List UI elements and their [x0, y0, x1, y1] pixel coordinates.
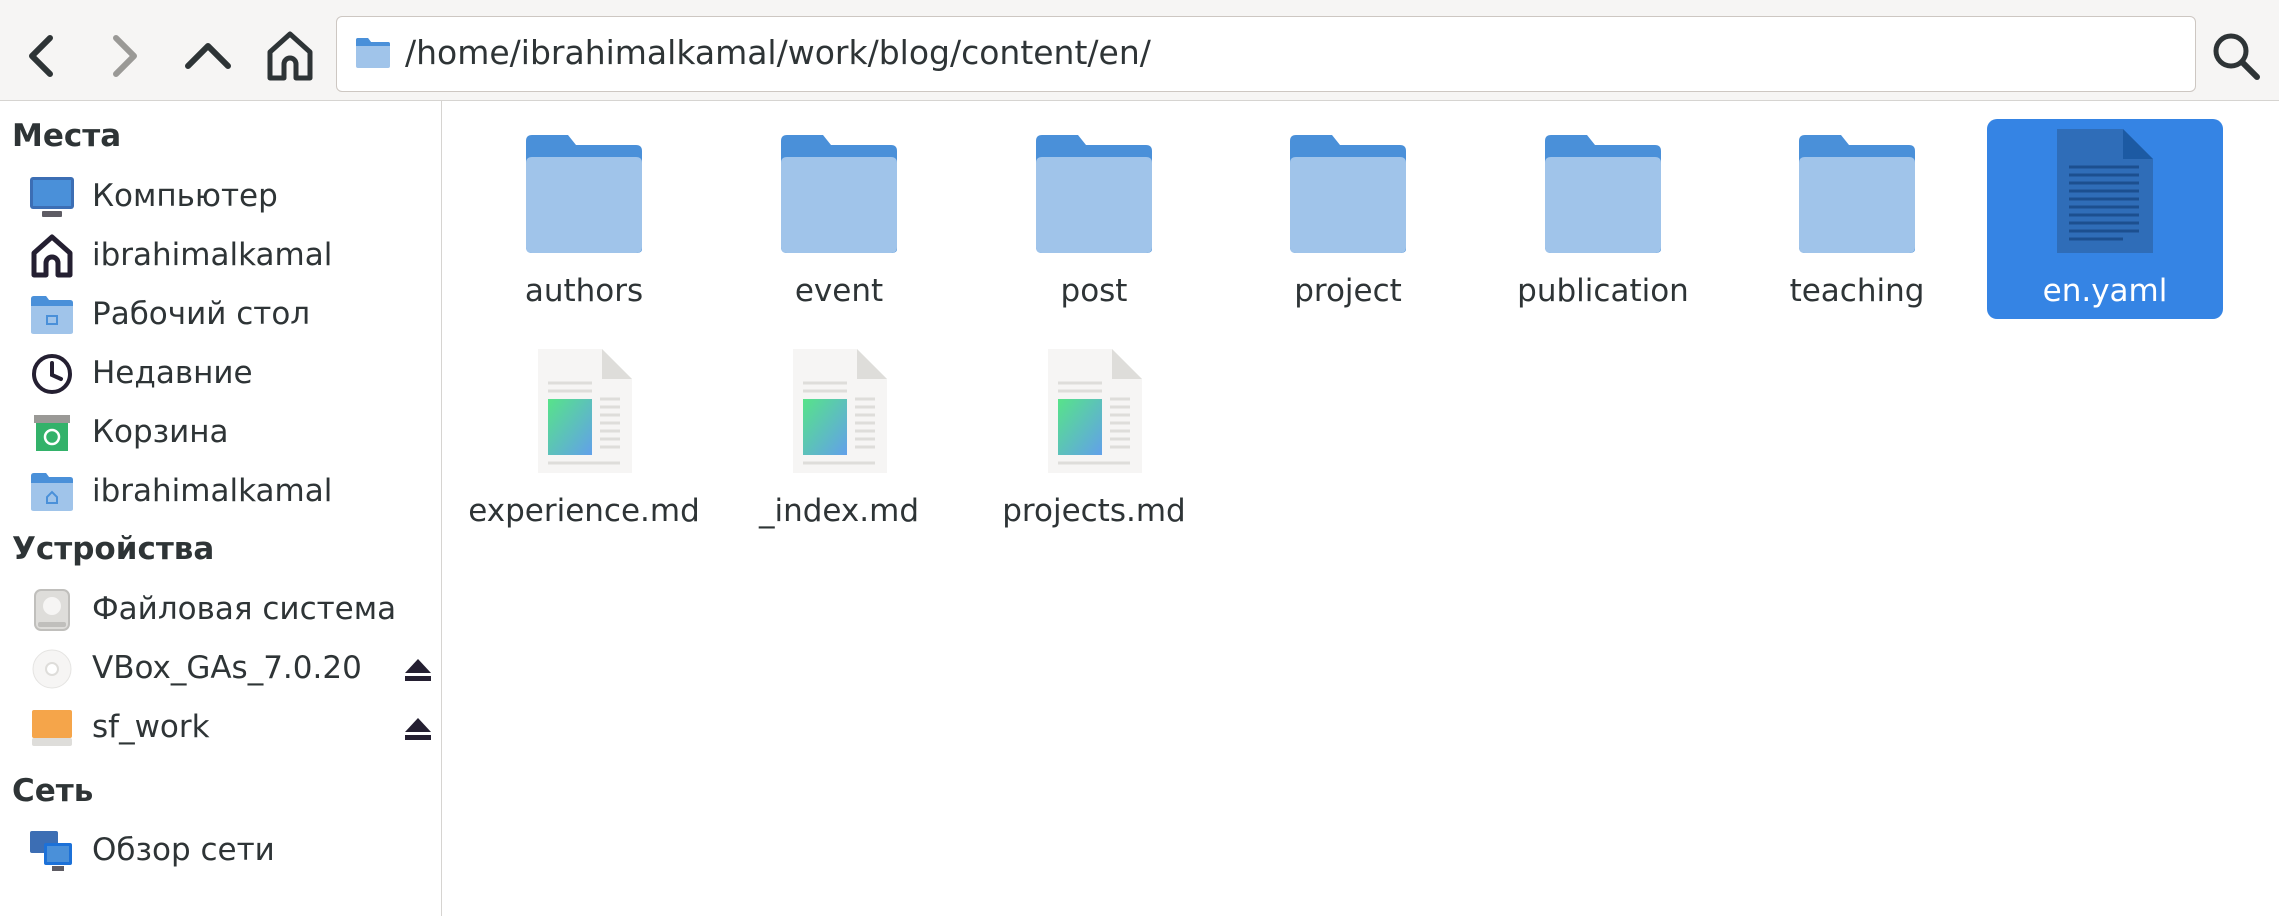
markdown-file-icon	[793, 349, 887, 473]
sidebar-item-computer[interactable]: Компьютер	[0, 169, 441, 225]
chevron-right-icon	[113, 35, 137, 77]
forward-button[interactable]	[88, 20, 160, 92]
sidebar-item-sf-work[interactable]: sf_work	[0, 700, 441, 756]
text-file-icon	[2057, 129, 2153, 253]
folder-icon	[781, 135, 897, 253]
sidebar-item-home-folder[interactable]: ibrahimalkamal	[0, 464, 441, 520]
folder-icon	[1799, 135, 1915, 253]
location-bar[interactable]: /home/ibrahimalkamal/work/blog/content/e…	[336, 16, 2196, 92]
home-folder-icon	[28, 470, 76, 514]
network-icon	[28, 829, 76, 873]
toolbar: /home/ibrahimalkamal/work/blog/content/e…	[0, 0, 2279, 101]
file-item-teaching[interactable]: teaching	[1739, 119, 1975, 319]
sidebar-item-filesystem[interactable]: Файловая система	[0, 582, 441, 638]
file-item-projects-md[interactable]: projects.md	[976, 339, 1212, 539]
file-item-authors[interactable]: authors	[466, 119, 702, 319]
location-path: /home/ibrahimalkamal/work/blog/content/e…	[405, 33, 1151, 72]
search-icon	[2213, 33, 2260, 80]
sidebar-item-recent[interactable]: Недавние	[0, 346, 441, 402]
up-button[interactable]	[172, 20, 244, 92]
computer-icon	[28, 175, 76, 219]
sidebar-item-trash[interactable]: Корзина	[0, 405, 441, 461]
optical-disc-icon	[28, 647, 76, 691]
file-item-event[interactable]: event	[721, 119, 957, 319]
folder-icon	[526, 135, 642, 253]
sidebar-item-desktop[interactable]: Рабочий стол	[0, 287, 441, 343]
home-icon	[28, 234, 76, 278]
file-item-en-yaml[interactable]: en.yaml	[1987, 119, 2223, 319]
file-view: authors event post project publication t…	[442, 101, 2279, 916]
eject-icon[interactable]	[402, 653, 434, 685]
file-item-experience-md[interactable]: experience.md	[466, 339, 702, 539]
file-item-post[interactable]: post	[976, 119, 1212, 319]
chevron-left-icon	[29, 35, 53, 77]
back-button[interactable]	[6, 20, 78, 92]
sidebar-heading-places: Места	[12, 118, 122, 154]
sidebar-heading-network: Сеть	[12, 773, 94, 809]
sidebar-item-network[interactable]: Обзор сети	[0, 823, 441, 879]
file-item-index-md[interactable]: _index.md	[721, 339, 957, 539]
sidebar-item-home[interactable]: ibrahimalkamal	[0, 228, 441, 284]
removable-drive-icon	[28, 706, 76, 750]
home-button[interactable]	[254, 20, 326, 92]
trash-icon	[28, 411, 76, 455]
sidebar: Места Компьютер ibrahimalkamal Рабочий с…	[0, 101, 442, 916]
chevron-up-icon	[185, 43, 231, 69]
folder-icon	[1036, 135, 1152, 253]
eject-icon[interactable]	[402, 712, 434, 744]
search-button[interactable]	[2200, 20, 2272, 92]
clock-icon	[28, 352, 76, 396]
folder-icon	[1290, 135, 1406, 253]
folder-icon	[1545, 135, 1661, 253]
markdown-file-icon	[1048, 349, 1142, 473]
sidebar-item-vbox-gas[interactable]: VBox_GAs_7.0.20	[0, 641, 441, 697]
markdown-file-icon	[538, 349, 632, 473]
file-item-project[interactable]: project	[1230, 119, 1466, 319]
sidebar-heading-devices: Устройства	[12, 531, 215, 567]
folder-icon	[356, 38, 390, 68]
file-item-publication[interactable]: publication	[1485, 119, 1721, 319]
home-icon	[267, 31, 313, 81]
desktop-folder-icon	[28, 293, 76, 337]
drive-icon	[28, 588, 76, 632]
